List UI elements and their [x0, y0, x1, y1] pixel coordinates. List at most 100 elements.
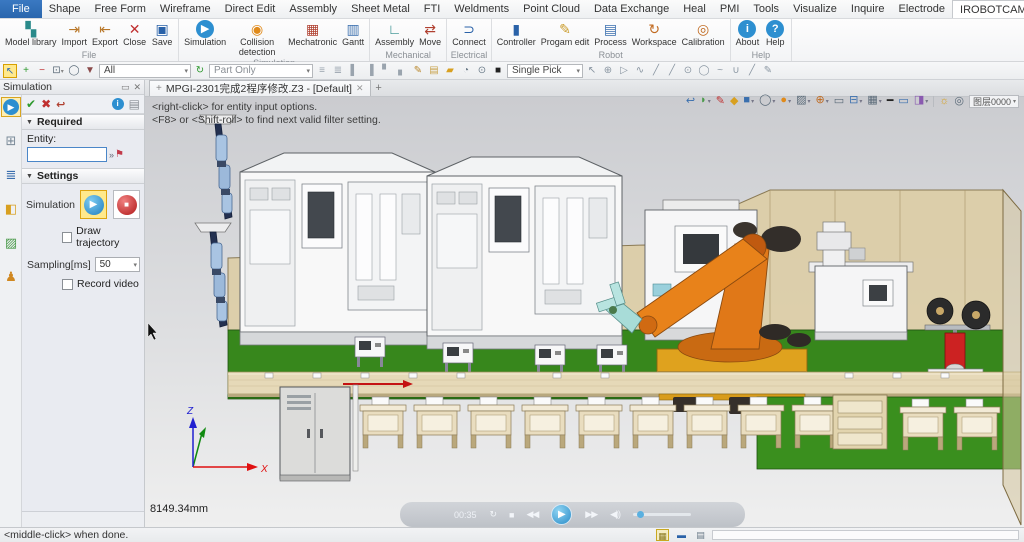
ok-button[interactable]: ✔: [26, 97, 36, 111]
exit-icon[interactable]: ↩: [686, 95, 695, 107]
ribbon-button[interactable]: ∟ Assembly: [373, 20, 416, 48]
record-stop-icon[interactable]: ■: [491, 64, 505, 78]
material-icon[interactable]: ◆: [730, 95, 738, 107]
ribbon-button[interactable]: ⇤ Export: [90, 20, 120, 48]
show-target-icon[interactable]: ◗: [700, 94, 711, 108]
pick-bottom-icon[interactable]: ▖: [395, 64, 409, 78]
edge-width-icon[interactable]: ━: [887, 95, 894, 107]
annotate-icon[interactable]: ✎: [716, 95, 725, 107]
viewport-bg-icon[interactable]: ▭: [898, 95, 908, 107]
menu-item[interactable]: Tools: [746, 0, 786, 18]
loop-icon[interactable]: ↻: [489, 509, 496, 520]
file-menu-button[interactable]: File: [0, 0, 42, 18]
panel-dock-icon[interactable]: ▭: [121, 82, 130, 93]
entity-input[interactable]: [27, 147, 107, 162]
menu-item[interactable]: Assembly: [282, 0, 344, 18]
shaded-view-icon[interactable]: ■: [743, 94, 754, 108]
sampling-combo[interactable]: 50▾: [95, 257, 140, 272]
lasso-icon[interactable]: ◯: [67, 64, 81, 78]
pen-icon[interactable]: ✎: [761, 64, 775, 78]
render-mode-icon[interactable]: ●: [780, 94, 791, 108]
menu-item[interactable]: Direct Edit: [218, 0, 283, 18]
expand-options-icon[interactable]: »: [109, 150, 113, 160]
cnc-machine-1[interactable]: [240, 153, 435, 345]
select-cursor-icon[interactable]: ↖: [3, 64, 17, 78]
list-icon[interactable]: ≡: [315, 64, 329, 78]
ribbon-button[interactable]: ✎ Progam edit: [539, 20, 592, 48]
menu-item[interactable]: Sheet Metal: [344, 0, 417, 18]
pick-entity-icon[interactable]: ⚑: [115, 149, 124, 160]
diagonal-icon[interactable]: ╱: [745, 64, 759, 78]
ribbon-button[interactable]: ↻ Workspace: [630, 20, 679, 48]
ribbon-button[interactable]: ◎ Calibration: [680, 20, 727, 48]
circle-icon[interactable]: ◯: [697, 64, 711, 78]
ring-icon[interactable]: ◎: [954, 95, 964, 107]
list2-icon[interactable]: ≣: [331, 64, 345, 78]
ribbon-button[interactable]: ▤ Process: [592, 20, 629, 48]
lightbulb-icon[interactable]: ☼: [939, 95, 949, 107]
pick-top-icon[interactable]: ▘: [379, 64, 393, 78]
pick-style-icon[interactable]: ⊡: [51, 64, 65, 78]
arc-icon[interactable]: ∪: [729, 64, 743, 78]
panel-tab[interactable]: ▶: [1, 97, 21, 117]
info-icon[interactable]: i: [112, 98, 124, 110]
stop-simulation-button[interactable]: ■: [113, 190, 140, 219]
refresh-icon[interactable]: ↻: [193, 64, 207, 78]
ribbon-button[interactable]: ✕ Close: [121, 20, 148, 48]
menu-item[interactable]: PMI: [713, 0, 747, 18]
viewport[interactable]: + MPGI-2301完成2程序修改.Z3 - [Default] ✕ +: [145, 80, 1024, 527]
folder-icon[interactable]: ▰: [443, 64, 457, 78]
ribbon-button[interactable]: ⊃ Connect: [450, 20, 488, 48]
view-orient-icon[interactable]: ⊕: [816, 94, 829, 108]
spline-icon[interactable]: ∿: [633, 64, 647, 78]
center-snap-icon[interactable]: ⊕: [601, 64, 615, 78]
document-tab[interactable]: + MPGI-2301完成2程序修改.Z3 - [Default] ✕: [149, 80, 371, 96]
playback-slider[interactable]: [633, 513, 691, 516]
panel-close-icon[interactable]: ✕: [133, 82, 141, 93]
cnc-machine-2[interactable]: [427, 157, 622, 349]
safety-fence-right[interactable]: [1003, 190, 1021, 525]
scene-canvas[interactable]: Z X: [145, 97, 1024, 527]
curve-icon[interactable]: ~: [713, 64, 727, 78]
rewind-icon[interactable]: ◀◀: [526, 509, 538, 520]
ribbon-button[interactable]: ◉ Collision detection: [229, 20, 285, 57]
section-view-icon[interactable]: ⊟: [849, 94, 862, 108]
monitor-icon[interactable]: ▬: [675, 529, 688, 541]
menu-item[interactable]: Data Exchange: [587, 0, 676, 18]
ribbon-button[interactable]: ⇥ Import: [60, 20, 90, 48]
panel-tab[interactable]: ⊞: [1, 131, 21, 151]
display-scope-combo[interactable]: Part Only▾: [209, 64, 313, 78]
menu-item[interactable]: Point Cloud: [516, 0, 587, 18]
panel-tab[interactable]: ♟: [1, 267, 21, 287]
menu-item[interactable]: Inquire: [844, 0, 892, 18]
reset-button[interactable]: ↩: [56, 98, 65, 111]
remove-select-icon[interactable]: −: [35, 64, 49, 78]
ribbon-button[interactable]: ⇄ Move: [417, 20, 443, 48]
ribbon-button[interactable]: i About: [734, 20, 762, 48]
forward-icon[interactable]: ▶▶: [585, 509, 597, 520]
appearance-icon[interactable]: ◨: [914, 94, 928, 108]
menu-item[interactable]: Free Form: [88, 0, 153, 18]
notes-icon[interactable]: ✎: [411, 64, 425, 78]
menu-item[interactable]: Weldments: [447, 0, 516, 18]
panel-tab[interactable]: ◧: [1, 199, 21, 219]
panel-tab[interactable]: ≣: [1, 165, 21, 185]
ribbon-button[interactable]: ▮ Controller: [495, 20, 538, 48]
circle-center-icon[interactable]: ⊙: [681, 64, 695, 78]
panel-tab[interactable]: ▨: [1, 233, 21, 253]
pick-last-icon[interactable]: ▌: [347, 64, 361, 78]
line-icon[interactable]: ╱: [649, 64, 663, 78]
play-button[interactable]: ▶: [551, 504, 572, 525]
menu-item[interactable]: Visualize: [786, 0, 844, 18]
play-simulation-button[interactable]: ▶: [80, 190, 107, 219]
window-zoom-icon[interactable]: ▭: [834, 95, 844, 107]
filter-icon[interactable]: ▼: [83, 64, 97, 78]
line2-icon[interactable]: ╱: [665, 64, 679, 78]
doc-icon[interactable]: ▤: [129, 97, 140, 111]
tab-close-icon[interactable]: ✕: [356, 83, 364, 94]
ribbon-button[interactable]: ? Help: [762, 20, 788, 48]
settings-section-header[interactable]: Settings: [22, 168, 144, 184]
filter-combo[interactable]: All▾: [99, 64, 191, 78]
cancel-button[interactable]: ✖: [41, 97, 51, 111]
menu-item[interactable]: Shape: [42, 0, 88, 18]
